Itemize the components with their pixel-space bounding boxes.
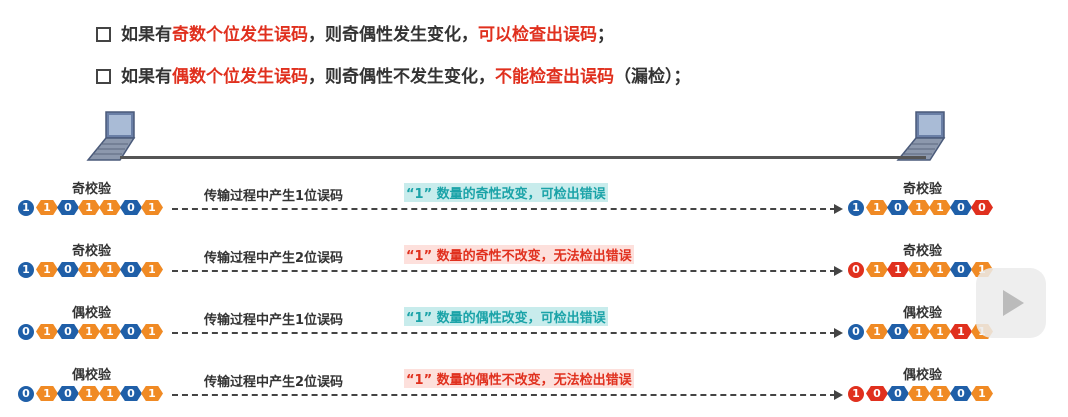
error-description: 传输过程中产生1位误码: [204, 313, 344, 328]
receiver-parity-label: 偶校验: [903, 306, 943, 321]
bit: 1: [929, 200, 951, 215]
sender-parity-label: 偶校验: [72, 368, 112, 383]
error-description: 传输过程中产生2位误码: [204, 375, 344, 390]
transmission-dashed-line: [172, 270, 836, 272]
bit: 0: [57, 262, 79, 277]
transmission-dashed-line: [172, 332, 836, 334]
bit: 0: [887, 200, 909, 215]
bit: 1: [141, 324, 163, 339]
bit: 1: [908, 262, 930, 277]
bit: 1: [929, 386, 951, 401]
checkbox-icon: [96, 27, 111, 42]
bit: 0: [971, 200, 993, 215]
receiver-parity-label: 奇校验: [903, 182, 943, 197]
video-play-button[interactable]: [976, 268, 1046, 338]
bit: 1: [908, 324, 930, 339]
bit: 1: [78, 386, 100, 401]
received-bits: 1001101: [848, 386, 1018, 402]
bit: 0: [950, 200, 972, 215]
detection-highlight: “1” 数量的偶性不改变，无法检出错误: [404, 369, 634, 388]
bit: 0: [887, 324, 909, 339]
bit: 1: [866, 262, 888, 277]
received-bits: 1101100: [848, 200, 1018, 216]
arrow-head-icon: [834, 204, 843, 214]
transmission-dashed-line: [172, 394, 836, 396]
sent-bits: 1101101: [18, 262, 188, 278]
bit: 1: [99, 386, 121, 401]
bit: 1: [18, 262, 34, 278]
bit: 1: [18, 200, 34, 216]
bit: 0: [848, 262, 864, 278]
bit: 0: [120, 262, 142, 277]
bit: 0: [848, 324, 864, 340]
bit: 1: [887, 262, 909, 277]
sent-bits: 0101101: [18, 324, 188, 340]
bit: 1: [866, 200, 888, 215]
bit: 1: [141, 386, 163, 401]
bit: 1: [848, 200, 864, 216]
bit: 1: [141, 200, 163, 215]
bit: 1: [78, 200, 100, 215]
arrow-head-icon: [834, 390, 843, 400]
bit: 0: [950, 262, 972, 277]
bit: 0: [887, 386, 909, 401]
bit: 0: [57, 324, 79, 339]
bit: 0: [950, 386, 972, 401]
bullet-even-errors: 如果有偶数个位发生误码，则奇偶性不发生变化，不能检查出误码（漏检）；: [96, 62, 691, 87]
sent-bits: 0101101: [18, 386, 188, 402]
bit: 0: [120, 200, 142, 215]
bit: 1: [908, 200, 930, 215]
sender-parity-label: 奇校验: [72, 244, 112, 259]
bit: 1: [866, 324, 888, 339]
bit: 1: [36, 324, 58, 339]
bit: 1: [99, 200, 121, 215]
bit: 1: [908, 386, 930, 401]
bit: 1: [950, 324, 972, 339]
bit: 0: [18, 386, 34, 402]
receiver-parity-label: 奇校验: [903, 244, 943, 259]
bullet-odd-errors: 如果有奇数个位发生误码，则奇偶性发生变化，可以检查出误码；: [96, 20, 614, 45]
receiver-parity-label: 偶校验: [903, 368, 943, 383]
bit: 1: [929, 324, 951, 339]
bit: 0: [18, 324, 34, 340]
bit: 0: [57, 386, 79, 401]
bit: 1: [141, 262, 163, 277]
bit: 1: [929, 262, 951, 277]
detection-highlight: “1” 数量的奇性改变，可检出错误: [404, 183, 608, 202]
bit: 1: [99, 262, 121, 277]
bit: 1: [78, 262, 100, 277]
play-icon: [1003, 290, 1024, 316]
bit: 1: [36, 386, 58, 401]
bit: 1: [36, 262, 58, 277]
error-description: 传输过程中产生1位误码: [204, 189, 344, 204]
checkbox-icon: [96, 69, 111, 84]
error-description: 传输过程中产生2位误码: [204, 251, 344, 266]
transmission-dashed-line: [172, 208, 836, 210]
bit: 1: [848, 386, 864, 402]
bit: 1: [36, 200, 58, 215]
sender-parity-label: 偶校验: [72, 306, 112, 321]
bit: 1: [99, 324, 121, 339]
bit: 0: [120, 324, 142, 339]
bit: 0: [57, 200, 79, 215]
bit: 0: [866, 386, 888, 401]
sent-bits: 1101101: [18, 200, 188, 216]
bit: 1: [971, 386, 993, 401]
network-link-line: [120, 156, 926, 159]
bit: 1: [78, 324, 100, 339]
arrow-head-icon: [834, 266, 843, 276]
detection-highlight: “1” 数量的奇性不改变，无法检出错误: [404, 245, 634, 264]
arrow-head-icon: [834, 328, 843, 338]
bit: 0: [120, 386, 142, 401]
sender-parity-label: 奇校验: [72, 182, 112, 197]
detection-highlight: “1” 数量的偶性改变，可检出错误: [404, 307, 608, 326]
